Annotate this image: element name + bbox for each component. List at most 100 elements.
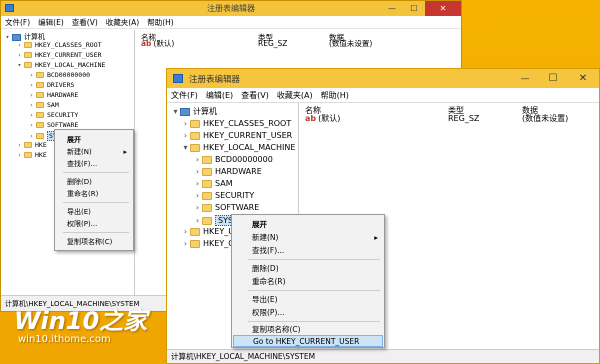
tree-item-bcd[interactable]: › BCD00000000 xyxy=(193,155,273,164)
expand-arrow-icon[interactable]: › xyxy=(27,81,36,89)
menu-item-new[interactable]: 新建(N) ▸ xyxy=(232,231,384,243)
maximize-button[interactable]: ☐ xyxy=(403,1,425,16)
expand-arrow-icon[interactable]: › xyxy=(27,91,36,99)
tree-item-label: HARDWARE xyxy=(215,167,262,176)
menu-help[interactable]: 帮助(H) xyxy=(317,90,353,101)
expand-arrow-icon[interactable]: › xyxy=(15,151,24,159)
title-bar[interactable]: 注册表编辑器 — ☐ ✕ xyxy=(1,1,461,16)
folder-icon xyxy=(36,112,44,118)
menu-item-rename[interactable]: 重命名(R) xyxy=(55,188,133,199)
tree-item-hardware[interactable]: › HARDWARE xyxy=(27,91,79,99)
menu-item-expand[interactable]: 展开 xyxy=(232,218,384,230)
title-bar[interactable]: 注册表编辑器 — ☐ ✕ xyxy=(167,69,599,88)
menu-view[interactable]: 查看(V) xyxy=(237,90,273,101)
menu-item-goto-hkcu[interactable]: Go to HKEY_CURRENT_USER xyxy=(233,335,383,347)
tree-item-security[interactable]: › SECURITY xyxy=(193,191,254,200)
minimize-button[interactable]: — xyxy=(381,1,403,16)
expand-arrow-icon[interactable]: › xyxy=(15,41,24,49)
menu-favorites[interactable]: 收藏夹(A) xyxy=(273,90,317,101)
close-button[interactable]: ✕ xyxy=(425,1,461,16)
expand-arrow-icon[interactable]: › xyxy=(181,239,190,248)
expand-arrow-icon[interactable]: › xyxy=(15,51,24,59)
expand-arrow-icon[interactable]: › xyxy=(181,119,190,128)
menu-help[interactable]: 帮助(H) xyxy=(143,17,178,28)
tree-item-drivers[interactable]: › DRIVERS xyxy=(27,81,75,89)
tree-item-bcd[interactable]: › BCD00000000 xyxy=(27,71,91,79)
menu-item-expand[interactable]: 展开 xyxy=(55,134,133,145)
watermark-url: win10.ithome.com xyxy=(18,334,111,345)
menu-item-permissions[interactable]: 权限(P)... xyxy=(55,218,133,229)
minimize-button[interactable]: — xyxy=(511,69,539,88)
value-data: (数值未设置) xyxy=(329,38,373,48)
computer-icon xyxy=(180,107,190,116)
tree-item-label: HKEY_CURRENT_USER xyxy=(35,51,102,59)
menu-item-new[interactable]: 新建(N) ▸ xyxy=(55,146,133,157)
expand-arrow-icon[interactable]: › xyxy=(15,141,24,149)
tree-item-hkcr[interactable]: › HKEY_CLASSES_ROOT xyxy=(15,41,102,49)
status-path: 计算机\HKEY_LOCAL_MACHINE\SYSTEM xyxy=(171,352,316,361)
tree-root[interactable]: ▾ 计算机 xyxy=(171,106,217,117)
window-title: 注册表编辑器 xyxy=(189,75,241,85)
tree-item-software[interactable]: › SOFTWARE xyxy=(193,203,259,212)
expand-arrow-icon[interactable]: › xyxy=(181,131,190,140)
expand-arrow-icon[interactable]: › xyxy=(27,111,36,119)
tree-item-hklm[interactable]: ▾ HKEY_LOCAL_MACHINE xyxy=(15,61,106,69)
folder-icon xyxy=(202,179,212,188)
menu-item-export[interactable]: 导出(E) xyxy=(232,293,384,305)
folder-icon xyxy=(24,152,32,158)
tree-root-label: 计算机 xyxy=(193,107,217,116)
collapse-arrow-icon[interactable]: ▾ xyxy=(3,33,12,41)
menu-item-rename[interactable]: 重命名(R) xyxy=(232,275,384,287)
tree-item-software[interactable]: › SOFTWARE xyxy=(27,121,79,129)
menu-file[interactable]: 文件(F) xyxy=(1,17,34,28)
expand-arrow-icon[interactable]: › xyxy=(193,179,202,188)
expand-arrow-icon[interactable]: › xyxy=(27,71,36,79)
menu-item-find[interactable]: 查找(F)... xyxy=(232,244,384,256)
menu-edit[interactable]: 编辑(E) xyxy=(202,90,237,101)
tree-item-sam[interactable]: › SAM xyxy=(193,179,233,188)
expand-arrow-icon[interactable]: › xyxy=(27,121,36,129)
menu-file[interactable]: 文件(F) xyxy=(167,90,202,101)
expand-arrow-icon[interactable]: › xyxy=(193,203,202,212)
folder-icon xyxy=(190,131,200,140)
collapse-arrow-icon[interactable]: ▾ xyxy=(15,61,24,69)
tree-item-hkcc[interactable]: › HKEY_C xyxy=(181,239,234,248)
expand-arrow-icon[interactable]: › xyxy=(27,101,36,109)
maximize-button[interactable]: ☐ xyxy=(539,69,567,88)
tree-item-hardware[interactable]: › HARDWARE xyxy=(193,167,262,176)
expand-arrow-icon[interactable]: › xyxy=(193,167,202,176)
menu-item-delete[interactable]: 删除(D) xyxy=(55,176,133,187)
tree-item-security[interactable]: › SECURITY xyxy=(27,111,79,119)
menu-favorites[interactable]: 收藏夹(A) xyxy=(102,17,143,28)
menu-item-copy-key-name[interactable]: 复制项名称(C) xyxy=(232,323,384,335)
tree-item-hkcc[interactable]: › HKE xyxy=(15,151,47,159)
expand-arrow-icon[interactable]: › xyxy=(27,132,36,140)
menu-view[interactable]: 查看(V) xyxy=(68,17,102,28)
tree-item-hku[interactable]: › HKE xyxy=(15,141,47,149)
expand-arrow-icon[interactable]: › xyxy=(181,227,190,236)
tree-item-label: HKEY_LOCAL_MACHINE xyxy=(35,61,106,69)
menu-edit[interactable]: 编辑(E) xyxy=(34,17,68,28)
collapse-arrow-icon[interactable]: ▾ xyxy=(181,143,190,152)
menu-item-find[interactable]: 查找(F)... xyxy=(55,158,133,169)
tree-item-hku[interactable]: › HKEY_U xyxy=(181,227,234,236)
expand-arrow-icon[interactable]: › xyxy=(193,155,202,164)
status-bar: 计算机\HKEY_LOCAL_MACHINE\SYSTEM xyxy=(167,349,599,363)
tree-item-sam[interactable]: › SAM xyxy=(27,101,59,109)
collapse-arrow-icon[interactable]: ▾ xyxy=(171,107,180,116)
expand-arrow-icon[interactable]: › xyxy=(193,191,202,200)
tree-item-hkcr[interactable]: › HKEY_CLASSES_ROOT xyxy=(181,119,291,128)
menu-item-copy-key-name[interactable]: 复制项名称(C) xyxy=(55,236,133,247)
folder-icon xyxy=(202,155,212,164)
tree-item-hklm[interactable]: ▾ HKEY_LOCAL_MACHINE xyxy=(181,143,295,152)
menu-separator xyxy=(248,290,380,291)
expand-arrow-icon[interactable]: › xyxy=(193,216,202,225)
folder-icon xyxy=(190,239,200,248)
tree-item-hkcu[interactable]: › HKEY_CURRENT_USER xyxy=(15,51,102,59)
tree-item-hkcu[interactable]: › HKEY_CURRENT_USER xyxy=(181,131,292,140)
close-button[interactable]: ✕ xyxy=(567,69,599,88)
menu-item-export[interactable]: 导出(E) xyxy=(55,206,133,217)
watermark-logo: Win10之家 win10.ithome.com xyxy=(14,308,147,345)
menu-item-permissions[interactable]: 权限(P)... xyxy=(232,306,384,318)
menu-item-delete[interactable]: 删除(D) xyxy=(232,262,384,274)
